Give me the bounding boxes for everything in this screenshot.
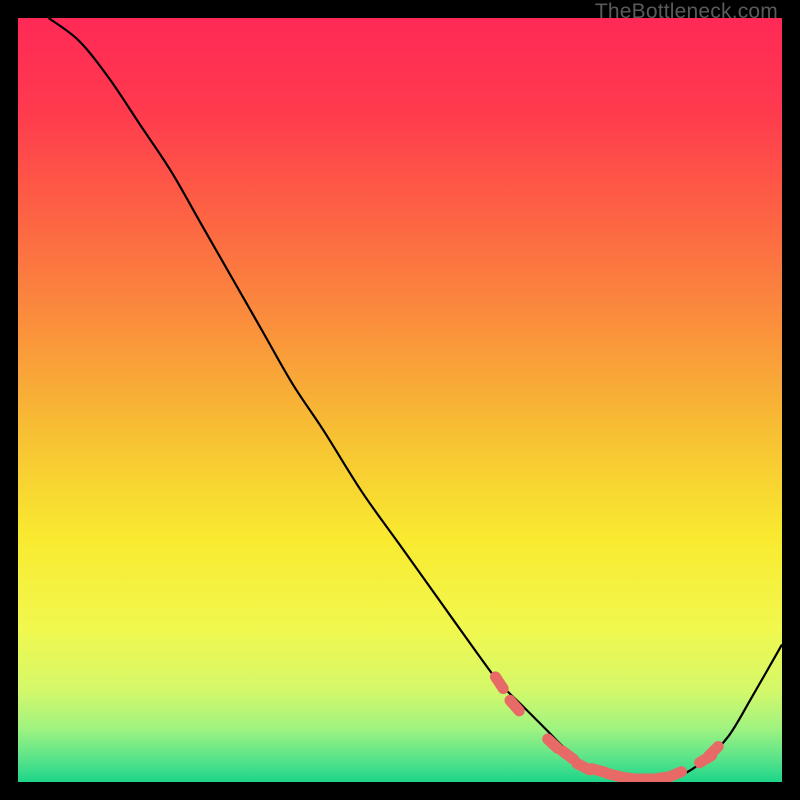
watermark-text: TheBottleneck.com [595,0,778,24]
highlighted-point [510,700,519,711]
highlighted-point [708,746,718,756]
highlighted-point [548,739,558,749]
chart-background-gradient [18,18,782,782]
chart-svg [18,18,782,782]
highlighted-point [562,751,573,759]
bottleneck-chart [18,18,782,782]
highlighted-point [669,772,682,777]
highlighted-point [495,677,503,689]
